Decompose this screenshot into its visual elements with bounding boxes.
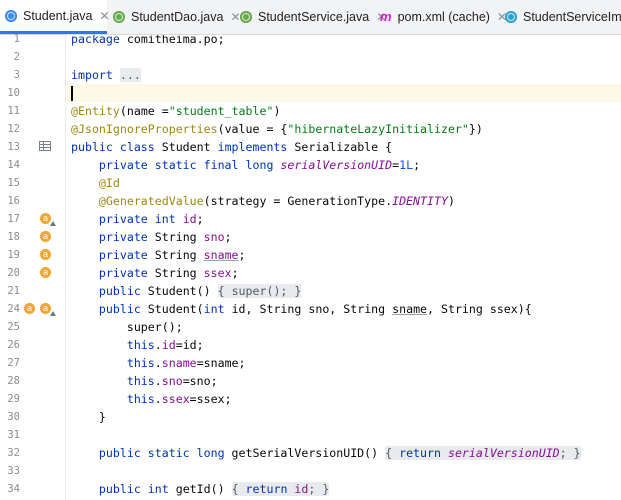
code-line-17: private int id;: [98, 212, 204, 226]
code-line-14: private static final long serialVersionU…: [98, 158, 421, 172]
tab-student-java[interactable]: Student.java ✕: [0, 0, 110, 34]
folded-imports[interactable]: ...: [119, 68, 141, 82]
folded-getter[interactable]: { return serialVersionUID; }: [385, 446, 581, 460]
java-interface-icon: [240, 11, 252, 23]
line-number: 27: [7, 357, 20, 369]
tab-studentservice-java[interactable]: StudentService.java ✕: [235, 0, 386, 34]
code-line-30: }: [71, 410, 106, 424]
tab-label: StudentServiceImpl.: [523, 10, 621, 24]
maven-icon: m: [380, 9, 392, 24]
line-number: 12: [7, 123, 20, 135]
line-number: 24: [7, 303, 20, 315]
line-number: 1: [13, 33, 20, 45]
line-number: 29: [7, 393, 20, 405]
code-line-28: this.sno=sno;: [126, 374, 218, 388]
line-number: 11: [7, 105, 20, 117]
code-line-12: @JsonIgnoreProperties(value = {"hibernat…: [71, 122, 483, 136]
code-line-16: @GeneratedValue(strategy = GenerationTyp…: [98, 194, 455, 208]
line-number: 28: [7, 375, 20, 387]
folded-constructor[interactable]: { super(); }: [217, 284, 302, 298]
line-number: 3: [13, 69, 20, 81]
line-number: 2: [13, 51, 20, 63]
line-number: 17: [7, 213, 20, 225]
code-line-25: super();: [71, 320, 183, 334]
folded-getter[interactable]: { return id; }: [231, 482, 330, 496]
tab-studentdao-java[interactable]: StudentDao.java ✕: [108, 0, 241, 34]
code-line-3: import ...: [71, 68, 141, 82]
tab-label: pom.xml (cache): [397, 10, 490, 24]
line-number: 15: [7, 177, 20, 189]
tab-label: StudentDao.java: [131, 10, 224, 24]
code-line-1: package comitheima.po;: [71, 35, 225, 46]
line-number: 34: [7, 483, 20, 495]
code-line-33: public static long getSerialVersionUID()…: [98, 446, 581, 460]
tab-label: Student.java: [23, 8, 93, 23]
java-class-icon: [5, 9, 17, 22]
line-number: 18: [7, 231, 20, 243]
line-number: 30: [7, 411, 20, 423]
line-number: 19: [7, 249, 20, 261]
annotation-marker-icon[interactable]: a: [40, 303, 56, 316]
code-line-11: @Entity(name ="student_table"): [71, 104, 281, 118]
java-class-icon: [505, 11, 517, 23]
line-number: 33: [7, 465, 20, 477]
code-line-26: this.id=id;: [126, 338, 204, 352]
code-editor[interactable]: package comitheima.po; import ... @Entit…: [66, 35, 621, 500]
line-number: 10: [7, 87, 20, 99]
annotation-marker-icon[interactable]: a: [40, 267, 51, 278]
database-table-icon[interactable]: [39, 141, 51, 151]
annotation-marker-icon[interactable]: a: [40, 249, 51, 260]
java-interface-icon: [113, 11, 125, 23]
tab-pom-xml[interactable]: m pom.xml (cache) ✕: [375, 0, 507, 34]
tab-label: StudentService.java: [258, 10, 370, 24]
line-number: 14: [7, 159, 20, 171]
code-line-24: public Student(int id, String sno, Strin…: [98, 302, 532, 316]
editor-tab-bar: Student.java ✕ StudentDao.java ✕ Student…: [0, 0, 621, 35]
code-line-13: public class Student implements Serializ…: [71, 140, 393, 154]
annotation-marker-icon[interactable]: a: [40, 213, 56, 226]
line-number: 13: [7, 141, 20, 153]
line-number: 32: [7, 447, 20, 459]
code-line-34: public int getId() { return id; }: [98, 482, 330, 496]
line-number: 26: [7, 339, 20, 351]
code-line-20: private String ssex;: [98, 266, 239, 280]
line-number: 20: [7, 267, 20, 279]
code-line-19: private String sname;: [98, 248, 246, 262]
annotation-marker-icon[interactable]: a: [24, 303, 35, 314]
line-number: 25: [7, 321, 20, 333]
code-line-27: this.sname=sname;: [126, 356, 246, 370]
code-line-21: public Student() { super(); }: [98, 284, 302, 298]
line-number: 16: [7, 195, 20, 207]
line-number: 31: [7, 429, 20, 441]
tab-studentserviceimpl-java[interactable]: StudentServiceImpl.: [500, 0, 621, 34]
code-line-18: private String sno;: [98, 230, 232, 244]
code-line-15: @Id: [98, 176, 120, 190]
code-line-29: this.ssex=ssex;: [126, 392, 232, 406]
text-caret: [71, 86, 73, 101]
annotation-marker-icon[interactable]: a: [40, 231, 51, 242]
line-number: 21: [7, 285, 20, 297]
